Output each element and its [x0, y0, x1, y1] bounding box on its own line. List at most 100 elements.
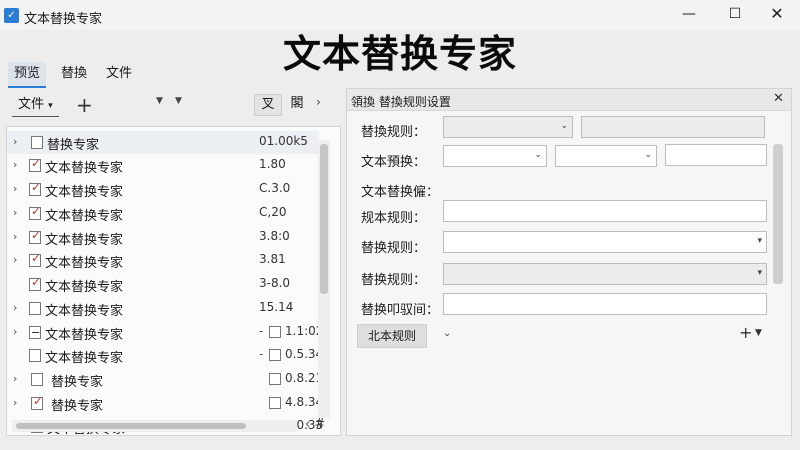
- title-bar: ✓ 文本替换专家 — ☐ ✕: [0, 0, 800, 30]
- add-icon[interactable]: +: [739, 323, 752, 342]
- checkbox[interactable]: [29, 251, 41, 267]
- rule-settings-panel: 領換 替換规则设置 ✕ 替換规则： ⌄ 文本預换： ⌄ ⌄ 文本替换僱： 规本规…: [346, 88, 792, 436]
- add-icon[interactable]: +: [76, 93, 93, 117]
- tree-row[interactable]: › 文本替换专家 3.8:0: [7, 226, 319, 249]
- tree-row[interactable]: › 文本替换专家 C,20: [7, 202, 319, 225]
- expand-arrow-icon[interactable]: ›: [13, 206, 17, 219]
- row-value: 01.00k5: [259, 134, 308, 148]
- rule2-select[interactable]: ▾: [443, 231, 767, 253]
- row-value: C.3.0: [259, 181, 291, 195]
- tab-preview[interactable]: 预览: [8, 62, 47, 88]
- expand-arrow-icon[interactable]: ›: [13, 135, 17, 148]
- tree-row[interactable]: 文本替换专家 - 0.5.34: [7, 344, 323, 367]
- checkbox[interactable]: [29, 156, 41, 172]
- expand-arrow-icon[interactable]: ›: [13, 301, 17, 314]
- checkbox[interactable]: [29, 302, 41, 315]
- checkbox[interactable]: [29, 275, 41, 291]
- panel-scrollbar[interactable]: [773, 144, 783, 284]
- row-value: 15.14: [259, 300, 294, 314]
- toolbar-button-2[interactable]: 閣: [283, 94, 311, 116]
- chevron-down-icon: ▾: [757, 268, 762, 278]
- chevron-down-icon: ▾: [48, 101, 53, 111]
- checkbox[interactable]: [31, 136, 43, 149]
- row-value: 3.81: [259, 252, 286, 266]
- minimize-icon[interactable]: —: [666, 0, 712, 30]
- expand-arrow-icon[interactable]: ›: [13, 396, 17, 409]
- value-checkbox[interactable]: [269, 326, 281, 338]
- tree-row[interactable]: › 文本替换专家 - 1.1:02: [7, 321, 323, 344]
- checkbox[interactable]: [29, 228, 41, 244]
- expand-arrow-icon[interactable]: ›: [13, 325, 17, 338]
- tab-replace[interactable]: 替換: [55, 62, 93, 88]
- file-tree-panel: › 替换专家 01.00k5 › 文本替换专家 1.80 › 文本替换专家 C.…: [6, 126, 341, 436]
- tree-row[interactable]: › 替换专家 0.8.21: [7, 368, 323, 391]
- tree-row[interactable]: › 替换专家 01.00k5: [7, 131, 319, 154]
- rule-input[interactable]: [581, 116, 765, 138]
- scrollbar-thumb[interactable]: [320, 144, 328, 294]
- row-label: 文本替换专家: [45, 209, 124, 224]
- expand-arrow-icon[interactable]: ›: [13, 182, 17, 195]
- tree-row[interactable]: › 替换专家 4.8.34: [7, 392, 323, 415]
- rule3-select[interactable]: ▾: [443, 263, 767, 285]
- checkbox[interactable]: [31, 394, 43, 410]
- row-label: 文本替换专家: [45, 161, 124, 176]
- dropdown-arrow-icon[interactable]: ▼: [156, 96, 163, 106]
- tree-row[interactable]: › 文本替换专家 3.81: [7, 249, 319, 272]
- vertical-scrollbar[interactable]: [318, 140, 330, 418]
- panel-header: 領換 替換规则设置 ✕: [347, 89, 791, 111]
- chevron-down-icon: ⌄: [644, 150, 652, 160]
- rule2-label: 替换规则：: [361, 241, 427, 256]
- checkbox[interactable]: [29, 180, 41, 196]
- tree-row[interactable]: › 文本替换专家 1.80: [7, 154, 319, 177]
- maximize-icon[interactable]: ☐: [712, 0, 758, 30]
- dropdown-arrow-icon[interactable]: ▼: [755, 328, 762, 338]
- replace-label: 文本預换：: [361, 155, 427, 170]
- expand-arrow-icon[interactable]: ›: [13, 158, 17, 171]
- source-rule-label: 规本规则：: [361, 211, 427, 226]
- close-icon[interactable]: ✕: [754, 0, 800, 30]
- time-label: 替换叩驭间：: [361, 303, 440, 318]
- row-dash: -: [259, 324, 264, 338]
- row-label: 文本替换专家: [45, 256, 124, 271]
- dropdown-arrow-icon[interactable]: ▼: [175, 96, 182, 106]
- row-label: 替换专家: [47, 138, 100, 153]
- chevron-down-icon[interactable]: ⌄: [443, 328, 451, 339]
- time-input[interactable]: [443, 293, 767, 315]
- rule-button[interactable]: 北本规则: [357, 324, 427, 348]
- expand-arrow-icon[interactable]: ›: [13, 230, 17, 243]
- row-label: 文本替换专家: [45, 280, 124, 295]
- source-rule-input[interactable]: [443, 200, 767, 222]
- toolbar-button-1[interactable]: 叉: [254, 94, 282, 116]
- tree-row[interactable]: › 文本替换专家 15.14: [7, 297, 319, 320]
- checkbox[interactable]: [29, 204, 41, 220]
- value-checkbox[interactable]: [269, 373, 281, 385]
- tree-row[interactable]: 文本替换专家 3-8.0: [7, 273, 319, 296]
- checkbox[interactable]: [29, 349, 41, 362]
- tree-row[interactable]: › 文本替换专家 C.3.0: [7, 178, 319, 201]
- expand-arrow-icon[interactable]: ›: [13, 253, 17, 266]
- rule-select[interactable]: ⌄: [443, 116, 573, 138]
- rule-label: 替換规则：: [361, 125, 427, 140]
- section-label: 文本替换僱：: [361, 185, 440, 200]
- replace-select-2[interactable]: ⌄: [555, 145, 657, 167]
- row-dash: -: [259, 347, 264, 361]
- tab-file[interactable]: 文件: [100, 62, 138, 88]
- horizontal-scrollbar[interactable]: [12, 420, 297, 432]
- file-dropdown[interactable]: 文件 ▾: [12, 95, 59, 117]
- row-label: 文本替换专家: [45, 185, 124, 200]
- value-checkbox[interactable]: [269, 349, 281, 361]
- checkbox[interactable]: [31, 373, 43, 386]
- row-label: 替换专家: [51, 399, 104, 414]
- scrollbar-thumb[interactable]: [16, 423, 246, 429]
- chevron-down-icon: ⌄: [534, 150, 542, 160]
- checkbox[interactable]: [29, 326, 41, 339]
- app-logo-icon: ✓: [4, 8, 19, 23]
- row-label: 文本替换专家: [45, 233, 124, 248]
- expand-arrow-icon[interactable]: ›: [13, 372, 17, 385]
- chevron-right-icon[interactable]: ›: [316, 95, 321, 109]
- replace-select-1[interactable]: ⌄: [443, 145, 547, 167]
- replace-input[interactable]: [665, 144, 767, 166]
- value-checkbox[interactable]: [269, 397, 281, 409]
- close-icon[interactable]: ✕: [773, 91, 784, 106]
- resize-grip-icon[interactable]: ‹ #: [305, 417, 325, 432]
